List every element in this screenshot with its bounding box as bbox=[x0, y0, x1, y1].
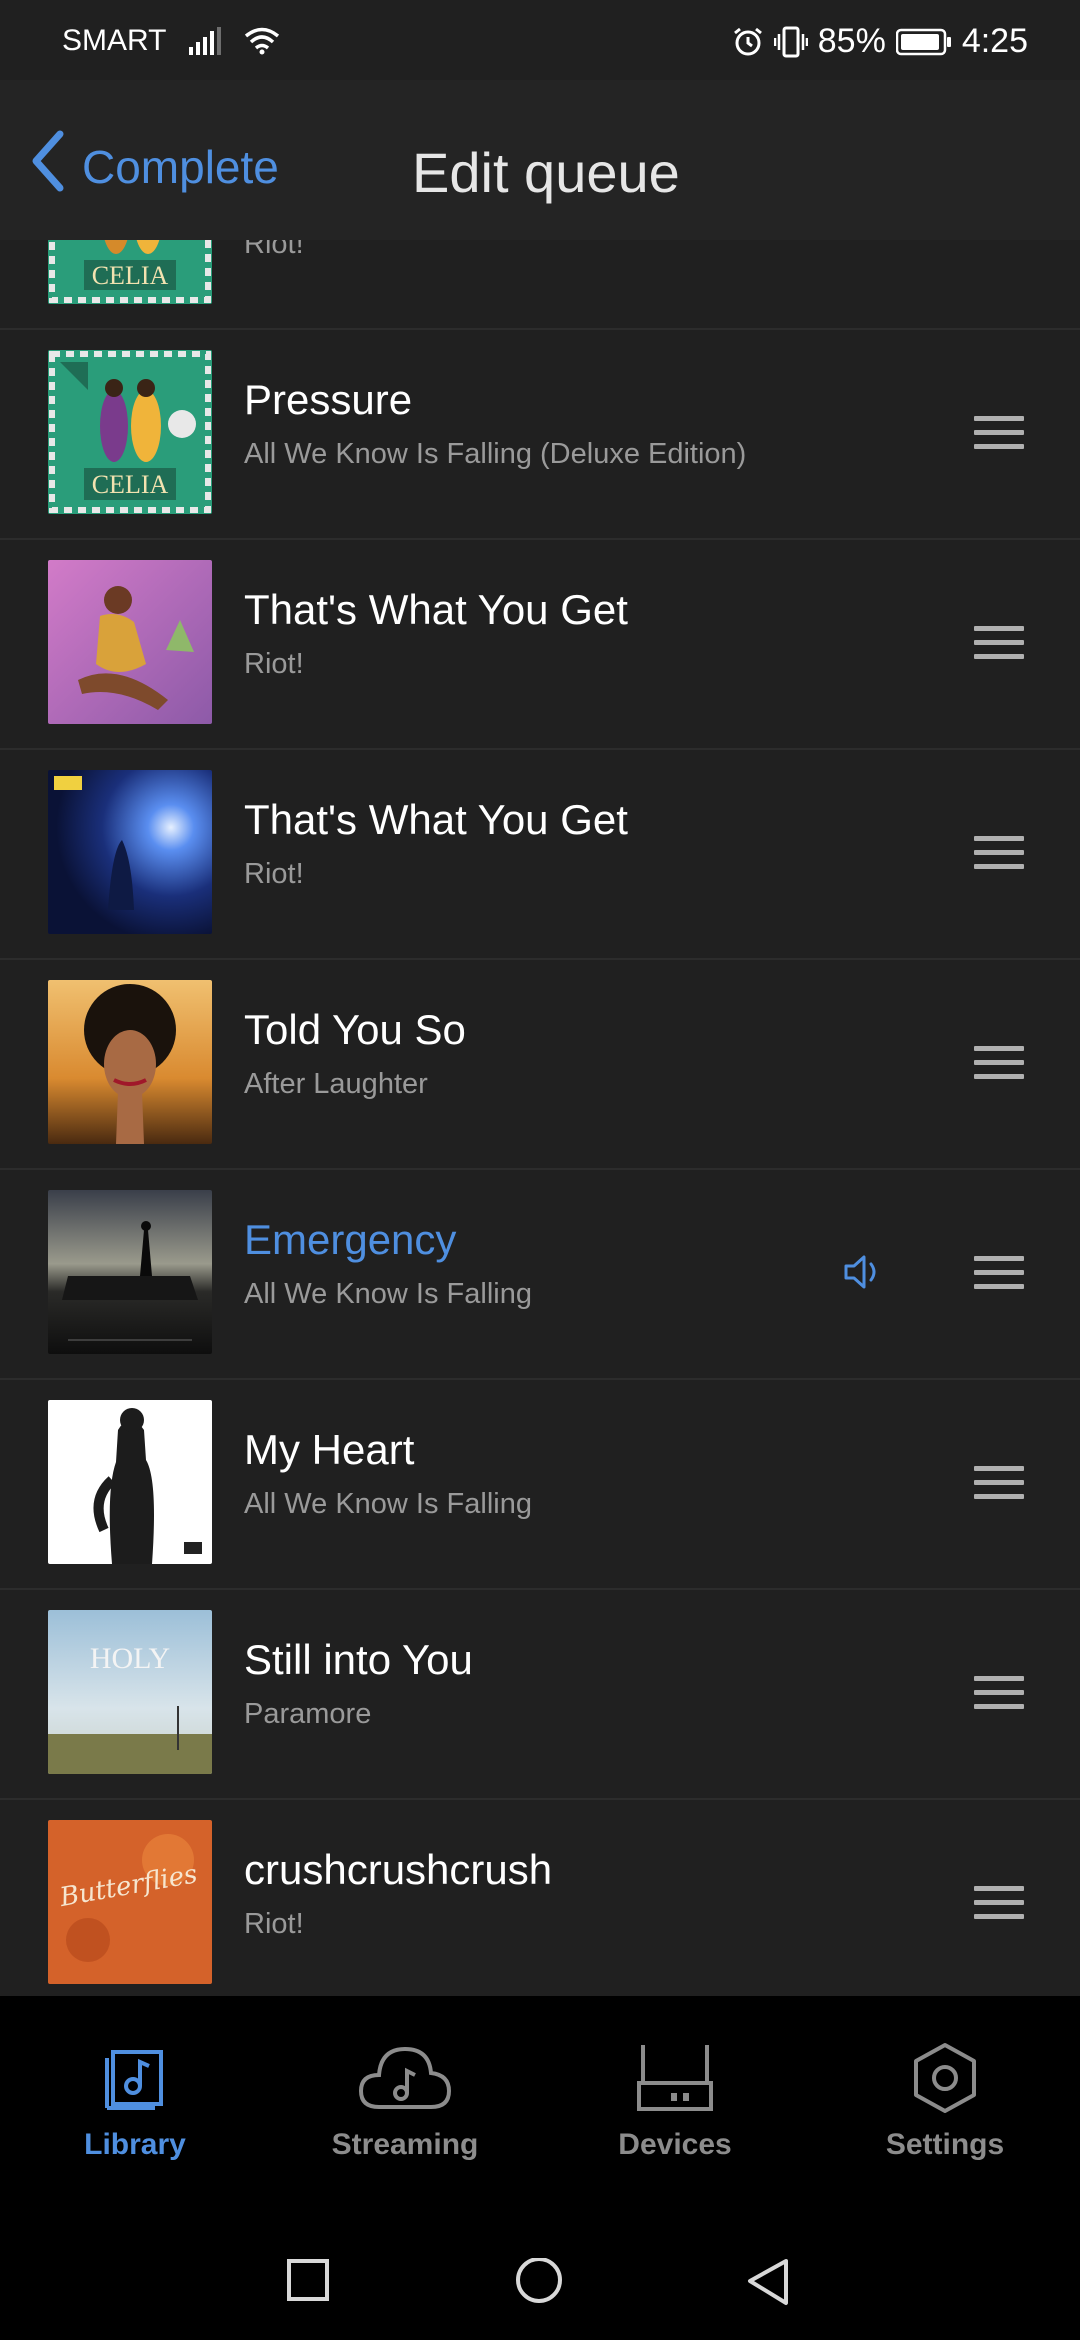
vibrate-icon bbox=[773, 26, 808, 58]
status-left: SMART bbox=[62, 24, 280, 58]
track-album: Paramore bbox=[244, 1698, 372, 1730]
drag-handle-icon[interactable] bbox=[974, 1046, 1024, 1080]
nav-settings-label: Settings bbox=[885, 2128, 1005, 2161]
back-label: Complete bbox=[82, 140, 279, 193]
nav-library[interactable]: Library bbox=[0, 2038, 270, 2162]
wifi-icon bbox=[244, 27, 280, 55]
system-nav bbox=[0, 2216, 1080, 2340]
track-title: crushcrushcrush bbox=[244, 1846, 553, 1893]
queue-item[interactable]: Butterflies crushcrushcrush Riot! bbox=[0, 1798, 1080, 1996]
svg-text:CELIA: CELIA bbox=[92, 470, 169, 499]
track-album: Riot! bbox=[244, 1908, 304, 1940]
nav-devices[interactable]: Devices bbox=[540, 2038, 810, 2162]
album-art bbox=[48, 1400, 212, 1564]
nav-streaming[interactable]: Streaming bbox=[270, 2038, 540, 2162]
track-title: Still into You bbox=[244, 1636, 473, 1683]
status-right: 85% 4:25 bbox=[732, 22, 1028, 61]
track-title: That's What You Get bbox=[244, 796, 628, 843]
track-title: That's What You Get bbox=[244, 586, 628, 633]
queue-item[interactable]: CELIA Pressure All We Know Is Falling (D… bbox=[0, 328, 1080, 540]
svg-text:CELIA: CELIA bbox=[92, 261, 169, 290]
drag-handle-icon[interactable] bbox=[974, 1886, 1024, 1920]
drag-handle-icon[interactable] bbox=[974, 1256, 1024, 1290]
chevron-left-icon bbox=[30, 130, 66, 203]
track-title: Told You So bbox=[244, 1006, 466, 1053]
carrier-label: SMART bbox=[62, 24, 167, 57]
queue-item-playing[interactable]: Emergency All We Know Is Falling bbox=[0, 1168, 1080, 1380]
album-art bbox=[48, 1190, 212, 1354]
queue-item[interactable]: HOLY Still into You Paramore bbox=[0, 1588, 1080, 1800]
nav-library-label: Library bbox=[84, 2128, 186, 2161]
queue-item[interactable]: CELIA Riot! bbox=[0, 240, 1080, 330]
nav-streaming-label: Streaming bbox=[331, 2128, 479, 2161]
cloud-icon bbox=[270, 2038, 540, 2118]
track-album: All We Know Is Falling bbox=[244, 1278, 532, 1310]
queue-item[interactable]: My Heart All We Know Is Falling bbox=[0, 1378, 1080, 1590]
album-art bbox=[48, 770, 212, 934]
device-icon bbox=[540, 2038, 810, 2118]
album-art bbox=[48, 980, 212, 1144]
battery-icon bbox=[895, 28, 952, 56]
track-album: Riot! bbox=[244, 240, 304, 260]
settings-icon bbox=[810, 2038, 1080, 2118]
track-album: Riot! bbox=[244, 858, 304, 890]
drag-handle-icon[interactable] bbox=[974, 1466, 1024, 1500]
track-album: All We Know Is Falling (Deluxe Edition) bbox=[244, 438, 747, 470]
queue-list[interactable]: CELIA Riot! CELIA Pressure All We Know I… bbox=[0, 240, 1080, 1996]
alarm-icon bbox=[732, 26, 764, 58]
back-nav-button[interactable] bbox=[746, 2258, 790, 2313]
status-bar: SMART 85% 4:25 bbox=[0, 0, 1080, 80]
queue-item[interactable]: That's What You Get Riot! bbox=[0, 538, 1080, 750]
drag-handle-icon[interactable] bbox=[974, 416, 1024, 450]
track-title: My Heart bbox=[244, 1426, 415, 1473]
drag-handle-icon[interactable] bbox=[974, 626, 1024, 660]
track-title: Pressure bbox=[244, 376, 413, 423]
home-button[interactable] bbox=[514, 2257, 564, 2313]
track-title: Emergency bbox=[244, 1216, 457, 1263]
album-art: Butterflies bbox=[48, 1820, 212, 1984]
battery-percent: 85% bbox=[817, 22, 886, 60]
album-art-text: HOLY bbox=[90, 1642, 170, 1675]
nav-devices-label: Devices bbox=[618, 2128, 732, 2161]
queue-item[interactable]: Told You So After Laughter bbox=[0, 958, 1080, 1170]
back-button[interactable]: Complete bbox=[30, 130, 279, 203]
library-icon bbox=[0, 2038, 270, 2118]
page-title: Edit queue bbox=[412, 141, 680, 204]
track-album: All We Know Is Falling bbox=[244, 1488, 532, 1520]
clock: 4:25 bbox=[961, 22, 1028, 60]
header: Complete Edit queue bbox=[0, 80, 1080, 240]
recents-button[interactable] bbox=[286, 2258, 330, 2307]
bottom-nav: Library Streaming Devices Settings bbox=[0, 1996, 1080, 2216]
nav-settings[interactable]: Settings bbox=[810, 2038, 1080, 2162]
queue-item[interactable]: That's What You Get Riot! bbox=[0, 748, 1080, 960]
speaker-icon bbox=[842, 1252, 886, 1297]
track-album: After Laughter bbox=[244, 1068, 428, 1100]
track-album: Riot! bbox=[244, 648, 304, 680]
drag-handle-icon[interactable] bbox=[974, 1676, 1024, 1710]
album-art: CELIA bbox=[48, 240, 212, 304]
album-art: HOLY bbox=[48, 1610, 212, 1774]
drag-handle-icon[interactable] bbox=[974, 836, 1024, 870]
signal-icon bbox=[188, 27, 222, 55]
album-art: CELIA bbox=[48, 350, 212, 514]
album-art bbox=[48, 560, 212, 724]
